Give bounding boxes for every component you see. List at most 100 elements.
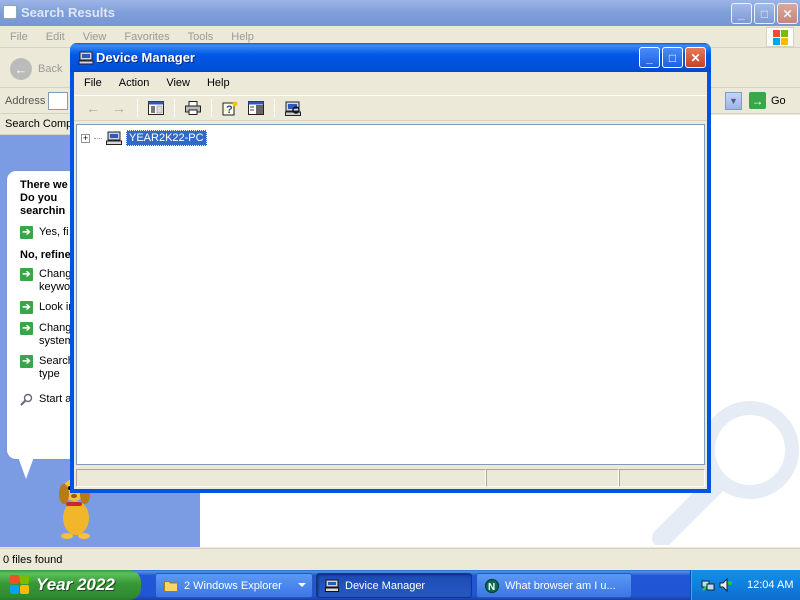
assistant-option-label: Start a [39,393,72,405]
group-dropdown-arrow-icon [298,583,306,587]
minimize-button[interactable]: _ [731,3,752,24]
search-results-titlebar[interactable]: Search Results _ □ ✕ [0,0,800,26]
assistant-option-type[interactable]: ➔ Search type [20,355,74,381]
device-manager-icon [78,50,94,66]
menu-view[interactable]: View [157,77,198,89]
menu-tools[interactable]: Tools [178,31,222,43]
device-manager-title: Device Manager [96,50,195,65]
help-icon[interactable]: ? [219,98,241,118]
menu-action[interactable]: Action [110,77,158,89]
go-button[interactable]: → Go [749,92,786,109]
computer-icon [106,131,122,145]
toolbar-separator [211,99,212,117]
results-header-area [710,115,800,135]
status-text: 0 files found [3,554,63,566]
search-status-bar: 0 files found [0,548,800,570]
go-label: Go [771,94,786,107]
clock[interactable]: 12:04 AM [747,579,793,591]
start-label: Year 2022 [36,575,115,594]
device-manager-icon [325,579,339,592]
taskbar-button-label: What browser am I u... [505,579,616,592]
taskbar-button-label: Device Manager [345,579,426,592]
volume-icon[interactable] [719,577,733,593]
address-input[interactable] [48,92,68,110]
device-manager-toolbar: ← → ? [74,95,707,121]
minimize-button[interactable]: _ [639,47,660,68]
properties-icon[interactable] [245,98,267,118]
assistant-option-label: Search type [39,355,74,380]
search-window-icon [3,5,17,19]
assistant-refine-header: No, refine [20,249,71,261]
assistant-option-look-in[interactable]: ➔ Look in [20,301,74,314]
scan-hardware-changes-icon[interactable] [282,98,304,118]
device-manager-titlebar[interactable]: Device Manager _ □ ✕ [70,43,711,72]
forward-arrow-icon[interactable]: → [108,98,130,118]
menu-file[interactable]: File [0,31,36,43]
tree-node-computer[interactable]: + YEAR2K22-PC [81,130,207,146]
bubble-tail [18,457,34,479]
status-pane-3 [619,469,705,487]
taskbar-button-windows-explorer[interactable]: 2 Windows Explorer [155,573,313,598]
toolbar-separator [274,99,275,117]
svg-text:N: N [488,582,495,593]
status-pane-1 [76,469,486,487]
menu-help[interactable]: Help [198,77,238,89]
network-icon[interactable] [701,578,715,592]
start-button[interactable]: Year 2022 [0,570,141,600]
device-manager-window: Device Manager _ □ ✕ File Action View He… [70,43,711,493]
tree-expander-button[interactable]: + [81,133,90,143]
back-arrow-icon: ← [10,58,32,80]
maximize-button[interactable]: □ [754,3,775,24]
assistant-option-system[interactable]: ➔ Chang system [20,322,74,348]
green-arrow-icon: ➔ [20,268,33,281]
device-manager-status-bar [76,469,705,487]
toolbar-separator [174,99,175,117]
taskbar-button-label: 2 Windows Explorer [184,579,282,592]
search-companion-label: Search Compa [5,118,79,130]
address-dropdown-button[interactable]: ▼ [725,92,742,110]
print-icon[interactable] [182,98,204,118]
svg-text:?: ? [226,104,233,116]
close-button[interactable]: ✕ [685,47,706,68]
address-label: Address [5,95,46,107]
menu-edit[interactable]: Edit [36,31,73,43]
close-button[interactable]: ✕ [777,3,798,24]
taskbar: Year 2022 2 Windows Explorer Device Mana… [0,570,800,600]
menu-view[interactable]: View [73,31,115,43]
assistant-option-label: Chang keywo [39,268,72,293]
assistant-option-yes[interactable]: ➔ Yes, fi [20,226,69,239]
netscape-icon: N [485,579,499,593]
assistant-option-keywords[interactable]: ➔ Chang keywo [20,268,71,294]
magnifier-icon [20,393,33,406]
toolbar-separator [137,99,138,117]
green-arrow-icon: ➔ [20,355,33,368]
menu-file[interactable]: File [74,77,110,89]
menu-favorites[interactable]: Favorites [114,31,177,43]
back-button[interactable]: ← Back [10,58,62,80]
search-results-title: Search Results [21,5,115,20]
windows-flag-icon [10,575,30,595]
device-manager-body: File Action View Help ← → ? + YEAR2K22-P… [74,72,707,489]
show-hide-console-tree-icon[interactable] [145,98,167,118]
device-tree[interactable]: + YEAR2K22-PC [76,124,705,465]
tree-root-label[interactable]: YEAR2K22-PC [126,130,207,146]
assistant-option-start[interactable]: Start a [20,393,71,406]
assistant-option-label: Yes, fi [39,226,69,238]
system-tray: 12:04 AM [690,570,800,600]
maximize-button[interactable]: □ [662,47,683,68]
green-arrow-icon: ➔ [20,322,33,335]
taskbar-button-browser[interactable]: N What browser am I u... [476,573,632,598]
go-arrow-icon: → [749,92,766,109]
back-arrow-icon[interactable]: ← [82,98,104,118]
folder-icon [164,579,178,592]
tree-connector-line [94,137,102,139]
taskbar-button-device-manager[interactable]: Device Manager [316,573,472,598]
green-arrow-icon: ➔ [20,301,33,314]
green-arrow-icon: ➔ [20,226,33,239]
assistant-option-label: Chang system [39,322,74,347]
device-manager-menubar: File Action View Help [74,72,707,94]
windows-logo-icon [766,27,794,47]
back-label: Back [38,63,63,75]
menu-help[interactable]: Help [221,31,262,43]
assistant-question: There we Do you searchin [20,179,68,217]
